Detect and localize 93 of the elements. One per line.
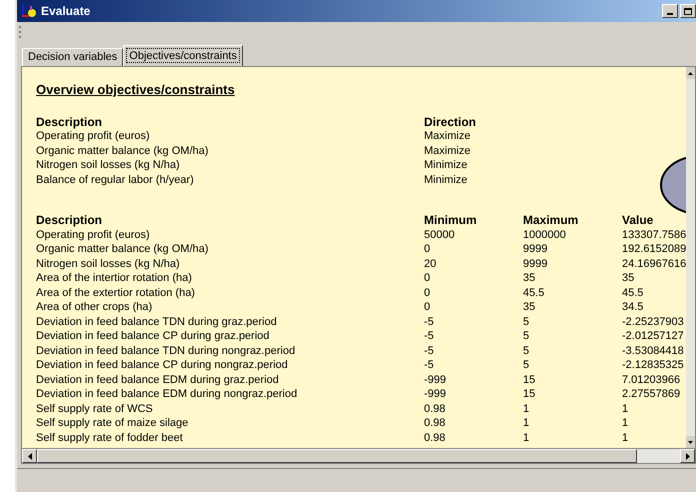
table-cell-text: 35 [523, 271, 536, 286]
column-header: Minimum [424, 213, 478, 228]
table-cell-text: 0.98 [424, 402, 446, 416]
column-header: Description [36, 114, 104, 129]
down-arrow-icon [688, 440, 694, 444]
table-cell-text: 1 [622, 402, 630, 416]
table-cell-text: Nitrogen soil losses (kg N/ha) [36, 158, 181, 172]
table-cell-text: 1 [523, 430, 530, 445]
vertical-scrollbar[interactable] [686, 67, 696, 448]
table-cell-text: 1 [622, 416, 630, 430]
table-cell-text: 5 [523, 314, 530, 329]
table-cell-text: 50000 [424, 228, 456, 242]
table-cell-text: -2.12835325 [622, 358, 685, 372]
table-cell-text: 2.27557869 [622, 387, 682, 402]
table-cell-text: 45.5 [523, 286, 546, 300]
column-header: Description [36, 213, 104, 228]
table-cell-text: Deviation in feed balance EDM during graz.period [36, 372, 280, 387]
table-cell-text: 35 [622, 271, 636, 286]
table-cell-text: 1 [622, 430, 630, 445]
table-cell-text: 1 [523, 402, 530, 416]
table-cell-text: Deviation in feed balance TDN during nongraz.period [36, 344, 296, 358]
table-cell-text: Area of the intertior rotation (ha) [36, 271, 193, 286]
app-icon [21, 3, 37, 19]
table-cell-text: 1000000 [523, 228, 567, 242]
scroll-down-button[interactable] [686, 436, 696, 448]
column-header: Maximum [523, 213, 580, 228]
toolbar-grip-icon [19, 26, 22, 38]
scroll-thumb[interactable] [37, 449, 637, 463]
minimize-button[interactable] [662, 4, 678, 18]
table-cell-text: -5 [424, 358, 435, 372]
table-cell-text: 45.5 [622, 286, 644, 300]
table-cell-text: -999 [424, 387, 448, 402]
report-title: Overview objectives/constraints [36, 81, 235, 99]
column-header: Value [622, 213, 654, 228]
table-cell-text: 15 [523, 372, 536, 387]
table-cell-text: 0 [424, 242, 432, 256]
table-cell-text: -5 [424, 344, 435, 358]
window-title: Evaluate [41, 3, 90, 20]
left-arrow-icon [28, 452, 32, 460]
table-cell-text: 0 [424, 286, 432, 300]
table-cell: 192.6152089 [622, 242, 686, 256]
table-cell-text: -5 [424, 314, 435, 329]
table-cell-text: Operating profit (euros) [36, 129, 151, 144]
table-cell-text: Area of other crops (ha) [36, 300, 154, 314]
table-cell-text: -5 [424, 329, 435, 344]
column-header: Direction [424, 114, 478, 129]
table-cell: 24.16967616 [622, 256, 686, 271]
table-cell-text: 0.98 [424, 430, 446, 445]
table-cell-text: Self supply rate of WCS [36, 402, 154, 416]
table-cell-text: 7.01203966 [622, 372, 682, 387]
table-cell-text: Self supply rate of fodder beet [36, 430, 184, 445]
table-cell-text: 35 [523, 300, 536, 314]
table-cell-text: Minimize [424, 158, 468, 172]
table-cell-text: Operating profit (euros) [36, 228, 151, 242]
tab[interactable]: Objectives/constraints [123, 45, 243, 66]
table-cell-text: Self supply rate of maize silage [36, 416, 190, 430]
table-cell-text: 9999 [523, 242, 548, 256]
table-cell-text: 5 [523, 358, 530, 372]
table-cell-text: 5 [523, 344, 530, 358]
table-cell-text: Nitrogen soil losses (kg N/ha) [36, 256, 181, 271]
scroll-right-button[interactable] [680, 449, 696, 463]
table-cell-text: 1 [523, 416, 530, 430]
table-cell-text: -3.53084418 [622, 344, 685, 358]
table-cell-text: 0.98 [424, 416, 446, 430]
table-cell-text: Deviation in feed balance EDM during nongraz.period [36, 387, 298, 402]
table-cell-text: 34.5 [622, 300, 644, 314]
table-cell-text: 0 [424, 300, 432, 314]
table-cell-text: Minimize [424, 172, 468, 187]
table-cell-text: Organic matter balance (kg OM/ha) [36, 144, 210, 158]
right-arrow-icon [686, 452, 690, 460]
table-cell-text: 15 [523, 387, 536, 402]
table-cell-text: 9999 [523, 256, 548, 271]
table-cell-text: -999 [424, 372, 448, 387]
table-cell-text: Deviation in feed balance CP during nongraz.period [36, 358, 289, 372]
table-cell-text: Deviation in feed balance TDN during graz.period [36, 314, 278, 329]
table-cell-text: Area of the extertior rotation (ha) [36, 286, 196, 300]
table-cell-text: Balance of regular labor (h/year) [36, 172, 195, 187]
table-cell-text: 20 [424, 256, 438, 271]
table-cell-text: Organic matter balance (kg OM/ha) [36, 242, 210, 256]
table-cell-text: Maximize [424, 129, 472, 144]
tab[interactable]: Decision variables [22, 48, 124, 66]
table-cell-text: Deviation in feed balance CP during graz.period [36, 329, 270, 344]
table-cell-text: 5 [523, 329, 530, 344]
table-cell-text: 0 [424, 271, 432, 286]
scroll-up-button[interactable] [686, 67, 696, 79]
maximize-button[interactable] [680, 4, 696, 18]
table-cell-text: -2.01257127 [622, 329, 685, 344]
horizontal-scrollbar[interactable] [22, 448, 696, 463]
table-cell: 133307.7586 [622, 228, 686, 242]
up-arrow-icon [688, 72, 694, 74]
table-cell-text: Maximize [424, 144, 472, 158]
table-cell-text: -2.25237903 [622, 314, 685, 329]
scroll-left-button[interactable] [22, 449, 37, 463]
